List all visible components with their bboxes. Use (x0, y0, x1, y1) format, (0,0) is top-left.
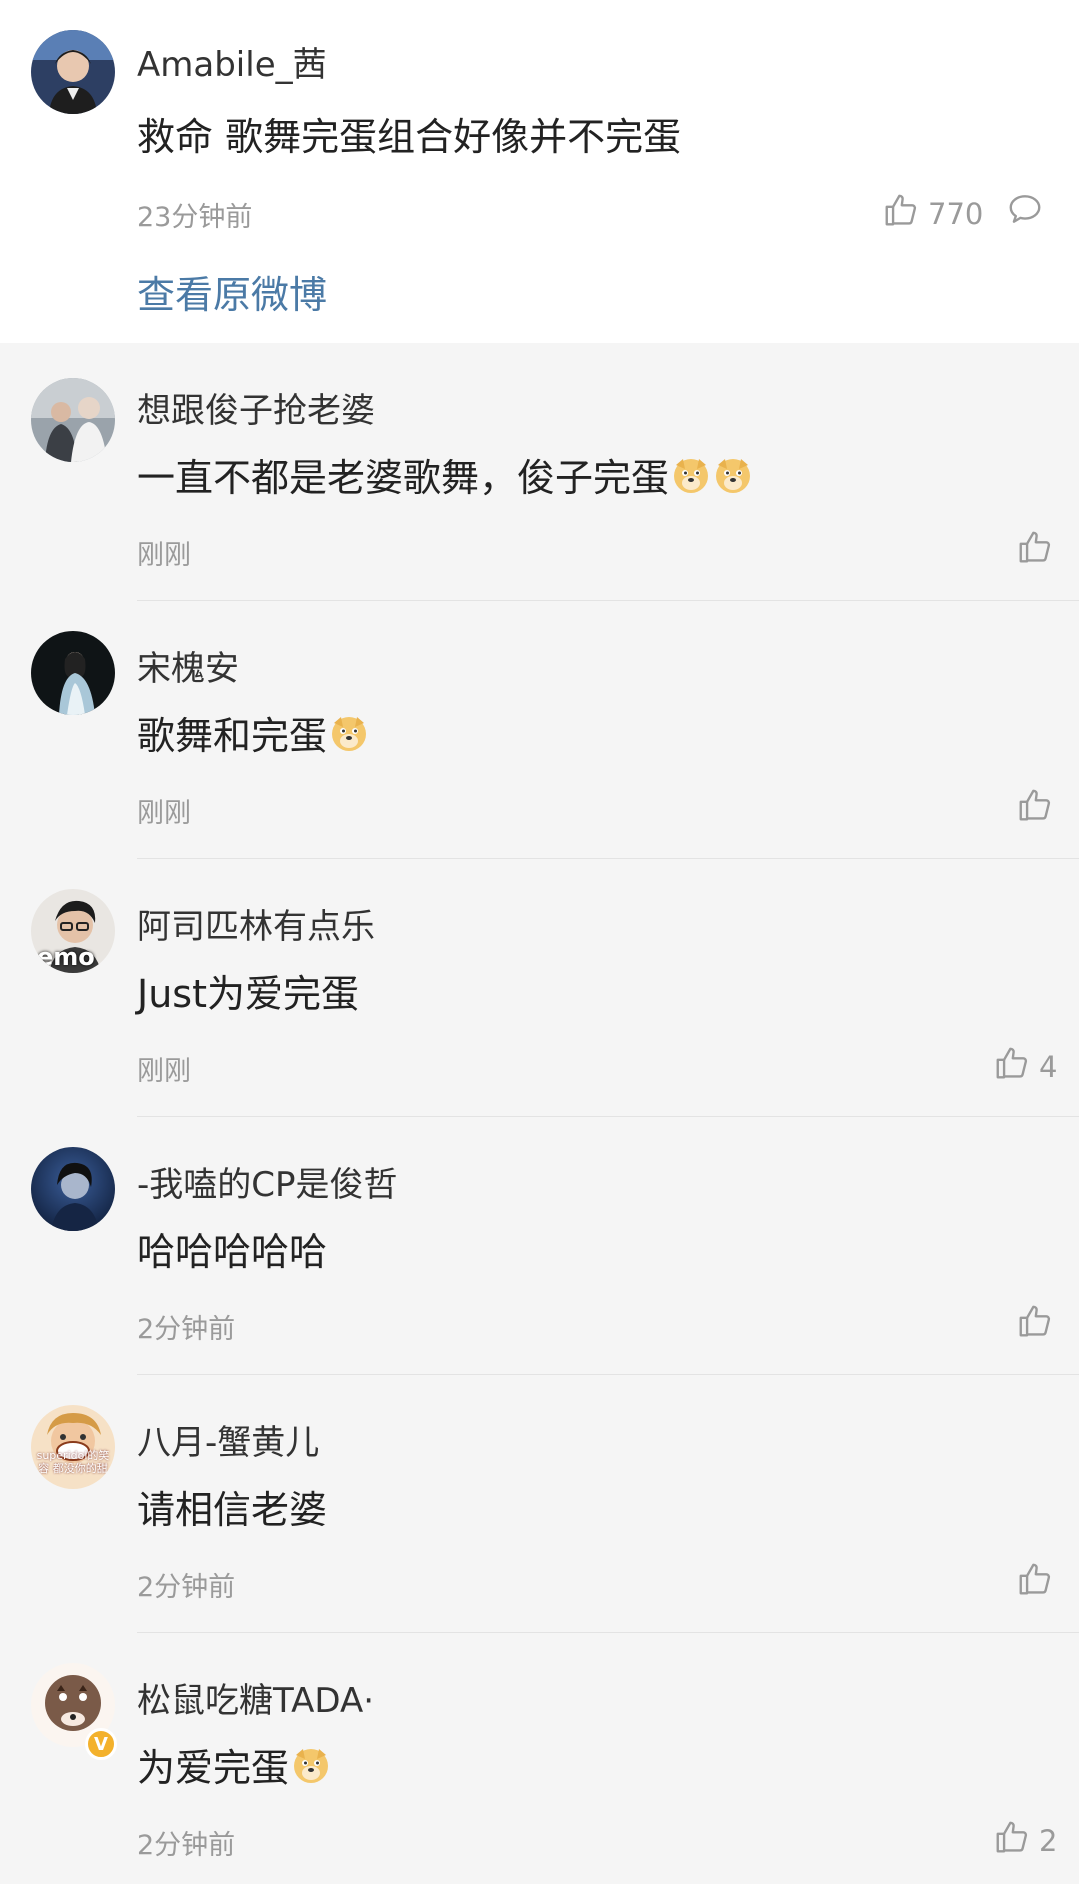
username[interactable]: 宋槐安 (137, 641, 239, 690)
timestamp: 刚刚 (137, 1056, 191, 1087)
avatar[interactable] (31, 378, 115, 462)
thumbs-up-icon (993, 1818, 1031, 1863)
reply-text: 请相信老婆 (137, 1479, 327, 1534)
reply-text: 歌舞和完蛋 (137, 705, 369, 760)
reply-text-content: 哈哈哈哈哈 (137, 1230, 328, 1274)
main-comment: Amabile_茜 救命 歌舞完蛋组合好像并不完蛋 23分钟前 770 查看原微… (0, 0, 1079, 343)
like-button[interactable]: 770 (882, 191, 983, 236)
thumbs-up-icon (1016, 1302, 1054, 1347)
reply-item: 宋槐安 歌舞和完蛋 刚刚 (0, 601, 1079, 859)
like-button[interactable] (1016, 528, 1062, 573)
like-button[interactable] (1016, 1560, 1062, 1605)
comment-bubble-icon[interactable] (1006, 190, 1044, 228)
thumbs-up-icon (1016, 528, 1054, 573)
avatar[interactable] (31, 30, 115, 114)
like-count: 2 (1039, 1823, 1058, 1858)
view-original-link[interactable]: 查看原微博 (137, 264, 327, 319)
like-button[interactable] (1016, 786, 1062, 831)
reply-text-content: 请相信老婆 (137, 1488, 328, 1532)
reply-text: 哈哈哈哈哈 (137, 1221, 327, 1276)
username[interactable]: 想跟俊子抢老婆 (137, 383, 375, 432)
avatar[interactable] (31, 631, 115, 715)
reply-text-content: Just为爱完蛋 (137, 972, 359, 1016)
thumbs-up-icon (1016, 1560, 1054, 1605)
reply-text-content: 为爱完蛋 (137, 1746, 290, 1790)
thumbs-up-icon (882, 191, 920, 236)
verified-badge: V (85, 1728, 117, 1760)
reply-text: Just为爱完蛋 (137, 963, 359, 1018)
timestamp: 2分钟前 (137, 1314, 236, 1345)
reply-item: -我嗑的CP是俊哲 哈哈哈哈哈 2分钟前 (0, 1117, 1079, 1375)
reply-item: V 松鼠吃糖TADA· 为爱完蛋 2分钟前 2 (0, 1633, 1079, 1884)
username[interactable]: 松鼠吃糖TADA· (137, 1673, 374, 1722)
timestamp: 刚刚 (137, 798, 191, 829)
thumbs-up-icon (1016, 786, 1054, 831)
doge-emoji (713, 455, 753, 495)
timestamp: 2分钟前 (137, 1830, 236, 1861)
like-button[interactable]: 4 (993, 1044, 1057, 1089)
avatar-caption: emo (37, 943, 95, 971)
reply-text-content: 歌舞和完蛋 (137, 714, 328, 758)
like-count: 4 (1039, 1049, 1058, 1084)
avatar-caption: superidol的笑容 都没你的甜 (36, 1449, 110, 1475)
username[interactable]: 八月-蟹黄儿 (137, 1415, 319, 1464)
username[interactable]: 阿司匹林有点乐 (137, 899, 375, 948)
timestamp: 23分钟前 (137, 202, 253, 233)
avatar[interactable]: superidol的笑容 都没你的甜 (31, 1405, 115, 1489)
avatar[interactable]: emo (31, 889, 115, 973)
avatar[interactable] (31, 1147, 115, 1231)
like-count: 770 (928, 196, 984, 231)
like-button[interactable] (1016, 1302, 1062, 1347)
reply-text: 为爱完蛋 (137, 1737, 331, 1792)
thumbs-up-icon (993, 1044, 1031, 1089)
timestamp: 2分钟前 (137, 1572, 236, 1603)
reply-item: superidol的笑容 都没你的甜 八月-蟹黄儿 请相信老婆 2分钟前 (0, 1375, 1079, 1633)
doge-emoji (671, 455, 711, 495)
doge-emoji (329, 713, 369, 753)
comment-text: 救命 歌舞完蛋组合好像并不完蛋 (137, 115, 682, 159)
reply-text-content: 一直不都是老婆歌舞，俊子完蛋 (137, 456, 670, 500)
reply-text: 一直不都是老婆歌舞，俊子完蛋 (137, 447, 753, 502)
reply-item: emo 阿司匹林有点乐 Just为爱完蛋 刚刚 4 (0, 859, 1079, 1117)
doge-emoji (291, 1745, 331, 1785)
reply-item: 想跟俊子抢老婆 一直不都是老婆歌舞，俊子完蛋 刚刚 (0, 343, 1079, 601)
username[interactable]: -我嗑的CP是俊哲 (137, 1157, 398, 1206)
username[interactable]: Amabile_茜 (137, 37, 327, 86)
timestamp: 刚刚 (137, 540, 191, 571)
like-button[interactable]: 2 (993, 1818, 1057, 1863)
